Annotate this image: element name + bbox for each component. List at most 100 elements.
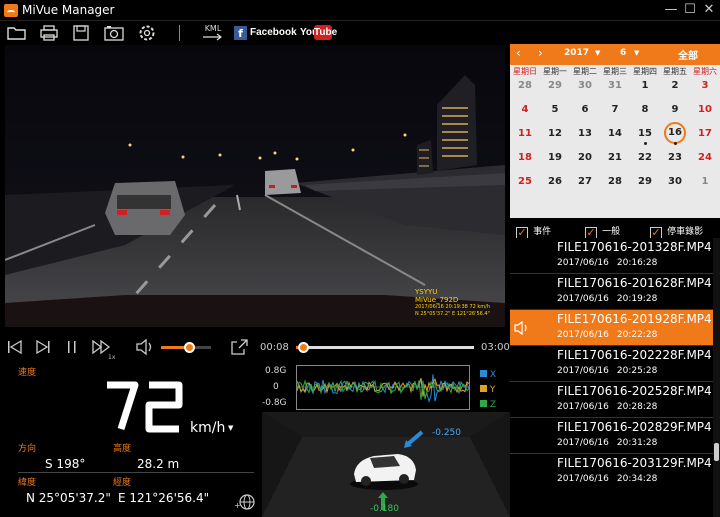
calendar-day[interactable]: 1	[690, 176, 720, 187]
calendar-day[interactable]: 22	[630, 152, 660, 163]
all-dates-button[interactable]: 全部	[678, 47, 698, 62]
legend-y: Y	[480, 383, 496, 398]
now-playing-speaker-icon	[514, 320, 530, 339]
unit-dropdown-icon[interactable]: ▼	[228, 424, 233, 432]
scrollbar-thumb[interactable]	[714, 443, 719, 461]
file-list-item[interactable]: FILE170616-201328F.MP4 2017/06/16 20:16:28	[510, 238, 713, 274]
file-filters: ✓ 事件 ✓ 一般 ✓ 停車錄影	[510, 218, 720, 239]
calendar-day[interactable]: 9	[660, 104, 690, 115]
calendar-day[interactable]: 31	[600, 80, 630, 91]
speed-unit[interactable]: km/h	[190, 420, 225, 436]
snapshot-icon[interactable]	[103, 24, 125, 42]
calendar-day[interactable]: 7	[600, 104, 630, 115]
calendar-day[interactable]: 10	[690, 104, 720, 115]
speed-label: 1x	[108, 354, 116, 361]
file-date: 2017/06/16	[557, 330, 609, 340]
calendar-day[interactable]: 23	[660, 152, 690, 163]
pause-icon[interactable]	[63, 338, 81, 356]
weekday-header: 星期五	[663, 67, 687, 76]
calendar-day[interactable]: 14	[600, 128, 630, 139]
file-time: 20:19:28	[616, 294, 658, 304]
calendar-day[interactable]: 16	[664, 122, 686, 144]
calendar-day[interactable]: 1	[630, 80, 660, 91]
svg-text:+: +	[234, 501, 241, 510]
file-list-item[interactable]: FILE170616-203129F.MP4 2017/06/16 20:34:28	[510, 454, 713, 490]
file-list-item[interactable]: FILE170616-201928F.MP4 2017/06/16 20:22:28	[510, 310, 713, 346]
calendar-day[interactable]: 29	[540, 80, 570, 91]
year-dropdown-icon[interactable]: ▼	[595, 49, 600, 57]
video-player[interactable]: YSYYU MiVue_792D 2017/06/16 20:19:38 72 …	[5, 45, 505, 327]
calendar-day[interactable]: 28	[510, 80, 540, 91]
calendar-day[interactable]: 24	[690, 152, 720, 163]
open-folder-icon[interactable]	[6, 24, 28, 42]
print-icon[interactable]	[38, 24, 60, 42]
step-forward-icon[interactable]	[34, 338, 52, 356]
minimize-button[interactable]: —	[664, 3, 678, 17]
volume-knob[interactable]	[183, 342, 195, 353]
legend-z: Z	[480, 398, 496, 413]
calendar-grid: 28 29 30 31 1 2 3 4 5 6 7 8 9 10 11 12 13 14 15 16 17 18 19 20 2…	[510, 78, 720, 218]
file-list-item[interactable]: FILE170616-202228F.MP4 2017/06/16 20:25:28	[510, 346, 713, 382]
kml-export-icon[interactable]: KML	[200, 24, 226, 42]
next-month-icon[interactable]: ›	[538, 46, 543, 60]
calendar-day[interactable]: 28	[600, 176, 630, 187]
gsensor-plot	[296, 374, 470, 403]
altitude-label: 高度	[113, 444, 132, 454]
filter-general-label: 一般	[602, 227, 621, 237]
calendar-day[interactable]: 11	[510, 128, 540, 139]
calendar-day[interactable]: 6	[570, 104, 600, 115]
facebook-button[interactable]: f Facebook	[234, 26, 297, 40]
calendar-day[interactable]: 26	[540, 176, 570, 187]
calendar-day[interactable]: 2	[660, 80, 690, 91]
overlay-brand: YSYYU	[415, 288, 438, 296]
settings-gear-icon[interactable]	[136, 24, 158, 42]
calendar-day[interactable]: 15	[630, 128, 660, 139]
calendar-day[interactable]: 25	[510, 176, 540, 187]
calendar-day[interactable]: 27	[570, 176, 600, 187]
save-icon[interactable]	[70, 24, 92, 42]
globe-icon[interactable]: +	[234, 492, 256, 512]
calendar-day[interactable]: 20	[570, 152, 600, 163]
calendar-day[interactable]: 18	[510, 152, 540, 163]
calendar-day[interactable]: 8	[630, 104, 660, 115]
calendar-day[interactable]: 4	[510, 104, 540, 115]
calendar-day[interactable]: 30	[660, 176, 690, 187]
skip-back-icon[interactable]	[6, 338, 24, 356]
calendar-day[interactable]: 30	[570, 80, 600, 91]
calendar-day[interactable]: 5	[540, 104, 570, 115]
calendar-day[interactable]: 29	[630, 176, 660, 187]
legend-x: X	[480, 368, 496, 383]
calendar-day[interactable]: 3	[690, 80, 720, 91]
calendar-day[interactable]: 21	[600, 152, 630, 163]
seek-knob[interactable]	[298, 342, 310, 353]
calendar-day[interactable]: 12	[540, 128, 570, 139]
prev-month-icon[interactable]: ‹	[516, 46, 521, 60]
seek-bar[interactable]	[296, 342, 474, 353]
calendar-day[interactable]: 13	[570, 128, 600, 139]
close-button[interactable]: ✕	[702, 3, 716, 17]
youtube-button[interactable]: You Tube	[300, 25, 338, 40]
year-select[interactable]: 2017	[564, 48, 589, 58]
file-list-item[interactable]: FILE170616-202829F.MP4 2017/06/16 20:31:28	[510, 418, 713, 454]
youtube-label-tube: Tube	[314, 25, 338, 40]
speed-label: 速度	[18, 368, 37, 378]
longitude-label: 經度	[113, 478, 132, 488]
facebook-icon: f	[234, 26, 247, 40]
file-list-scrollbar[interactable]	[713, 238, 720, 517]
file-list-item[interactable]: FILE170616-201628F.MP4 2017/06/16 20:19:28	[510, 274, 713, 310]
popout-icon[interactable]	[229, 338, 249, 356]
panel-divider	[18, 472, 254, 473]
file-date: 2017/06/16	[557, 258, 609, 268]
maximize-button[interactable]: ☐	[683, 3, 697, 17]
volume-icon[interactable]	[135, 338, 155, 356]
month-dropdown-icon[interactable]: ▼	[634, 49, 639, 57]
calendar-day[interactable]: 17	[690, 128, 720, 139]
volume-slider[interactable]	[161, 342, 211, 353]
file-list-item[interactable]: FILE170616-202528F.MP4 2017/06/16 20:28:28	[510, 382, 713, 418]
month-select[interactable]: 6	[620, 48, 626, 58]
file-name: FILE170616-201328F.MP4	[557, 240, 712, 254]
car-3d-scene	[262, 412, 510, 517]
calendar-day[interactable]: 19	[540, 152, 570, 163]
filter-parking-label: 停車錄影	[667, 227, 704, 237]
file-date: 2017/06/16	[557, 294, 609, 304]
